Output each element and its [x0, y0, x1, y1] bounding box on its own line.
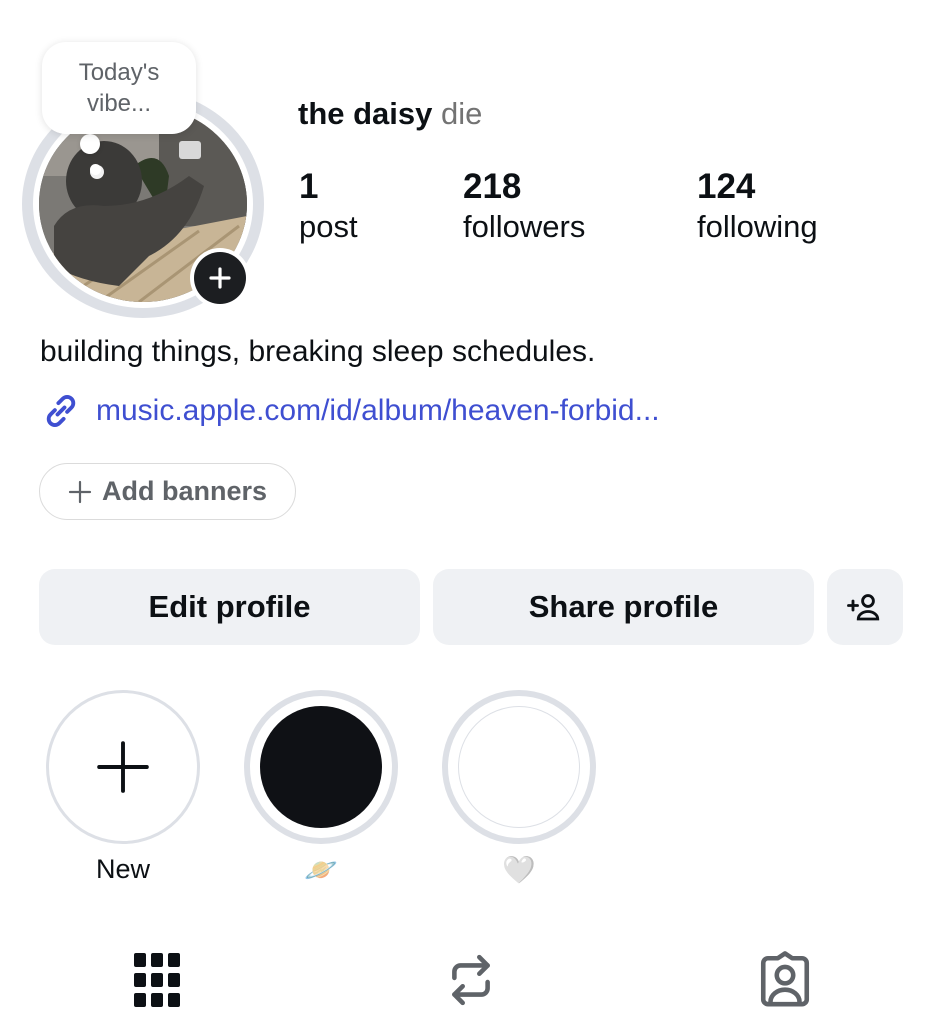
share-profile-button[interactable]: Share profile	[433, 569, 814, 645]
add-story-button[interactable]	[190, 248, 250, 308]
highlight-planet[interactable]	[244, 690, 398, 844]
highlight-cover	[260, 706, 382, 828]
tab-reposts[interactable]	[441, 950, 501, 1010]
grid-icon	[134, 953, 180, 1007]
plus-icon	[68, 480, 92, 503]
share-profile-label: Share profile	[528, 589, 719, 624]
tab-tagged[interactable]	[755, 950, 815, 1010]
edit-profile-label: Edit profile	[148, 589, 311, 624]
stat-value: 1	[299, 167, 319, 206]
highlight-label: 🪐	[304, 855, 338, 885]
stat-posts[interactable]: 1 post	[299, 167, 358, 247]
bio-link[interactable]: music.apple.com/id/album/heaven-forbid..…	[40, 390, 660, 432]
highlight-label: 🤍	[502, 855, 536, 885]
stat-label: following	[697, 209, 818, 244]
pronouns: die	[441, 96, 483, 131]
stat-value: 124	[697, 167, 756, 206]
tab-grid[interactable]	[127, 950, 187, 1010]
add-banners-button[interactable]: Add banners	[39, 463, 296, 520]
display-name: the daisy	[298, 96, 433, 131]
stat-label: post	[299, 209, 358, 244]
highlight-label: New	[95, 854, 150, 884]
highlight-cover	[458, 706, 580, 828]
new-highlight-button[interactable]	[46, 690, 200, 844]
highlight-heart[interactable]	[442, 690, 596, 844]
tagged-icon	[760, 951, 810, 1007]
plus-icon	[209, 267, 231, 289]
reposts-icon	[452, 954, 490, 1006]
note-bubble[interactable]: Today's vibe...	[42, 42, 196, 134]
add-banners-label: Add banners	[101, 476, 268, 506]
stat-following[interactable]: 124 following	[697, 167, 818, 247]
stat-value: 218	[463, 167, 522, 206]
discover-people-button[interactable]	[827, 569, 903, 645]
bio-link-text[interactable]: music.apple.com/id/album/heaven-forbid..…	[96, 394, 660, 428]
stat-followers[interactable]: 218 followers	[463, 167, 585, 247]
edit-profile-button[interactable]: Edit profile	[39, 569, 420, 645]
add-person-icon	[847, 594, 880, 621]
bio-text: building things, breaking sleep schedule…	[40, 335, 596, 368]
profile-name: the daisy die	[298, 96, 482, 132]
note-line-1: Today's	[78, 59, 160, 86]
note-line-2: vibe...	[86, 90, 152, 117]
stat-label: followers	[463, 209, 586, 244]
link-icon	[46, 395, 76, 427]
plus-icon	[97, 741, 149, 793]
